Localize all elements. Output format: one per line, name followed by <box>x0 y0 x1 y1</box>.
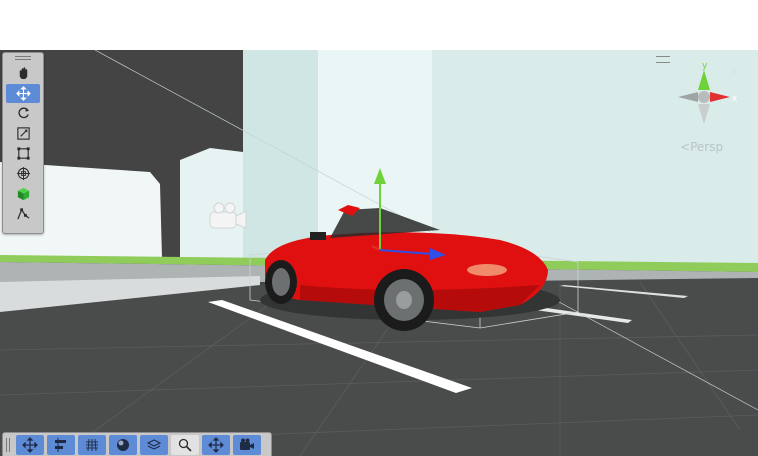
camera-icon <box>240 438 254 450</box>
view-options-overlay <box>2 432 272 456</box>
scale-icon <box>16 127 30 140</box>
move-tool[interactable] <box>6 84 40 103</box>
rect-transform-icon <box>16 147 30 160</box>
gizmo-y-label: y <box>702 61 708 71</box>
rotate-icon <box>17 107 29 119</box>
align-icon <box>55 438 66 452</box>
sphere-icon <box>117 439 129 451</box>
scene-viewport[interactable]: y x <Persp <box>0 50 758 456</box>
move-arrows-icon <box>15 86 31 101</box>
transform-icon <box>16 166 30 181</box>
grid-toggle[interactable] <box>78 435 106 455</box>
projection-label[interactable]: <Persp <box>680 140 723 154</box>
move-toggle[interactable] <box>16 435 44 455</box>
green-cube-icon <box>17 187 29 201</box>
editor-window: y x <Persp <box>0 0 758 456</box>
rect-tool[interactable] <box>6 144 40 163</box>
pivot-toggle[interactable] <box>202 435 230 455</box>
layers-toggle[interactable] <box>140 435 168 455</box>
overlay-grip-handle[interactable] <box>3 435 13 455</box>
view-tool[interactable] <box>6 64 40 83</box>
scene-render[interactable] <box>0 50 758 456</box>
orientation-gizmo[interactable]: y x <Persp <box>656 52 756 158</box>
move-arrows-icon <box>208 437 224 453</box>
search-toggle[interactable] <box>171 435 199 455</box>
hand-icon <box>19 67 27 80</box>
gizmo-x-label: x <box>732 94 738 104</box>
axis-gizmo-icon[interactable]: y x <box>668 52 756 136</box>
custom-path-tool[interactable] <box>6 204 40 223</box>
magnifier-icon <box>178 438 192 452</box>
align-toggle[interactable] <box>47 435 75 455</box>
shading-toggle[interactable] <box>109 435 137 455</box>
custom-cube-tool[interactable] <box>6 184 40 203</box>
path-icon <box>16 208 29 220</box>
layers-icon <box>146 439 162 450</box>
building-shadow <box>243 50 318 262</box>
scale-tool[interactable] <box>6 124 40 143</box>
tools-grip-handle[interactable] <box>3 53 43 63</box>
transform-tool[interactable] <box>6 164 40 183</box>
camera-toggle[interactable] <box>233 435 261 455</box>
grid-icon <box>86 438 98 452</box>
move-arrows-icon <box>22 437 38 453</box>
gizmo-menu-icon[interactable] <box>656 56 670 63</box>
tools-overlay <box>2 52 44 234</box>
rotate-tool[interactable] <box>6 104 40 123</box>
